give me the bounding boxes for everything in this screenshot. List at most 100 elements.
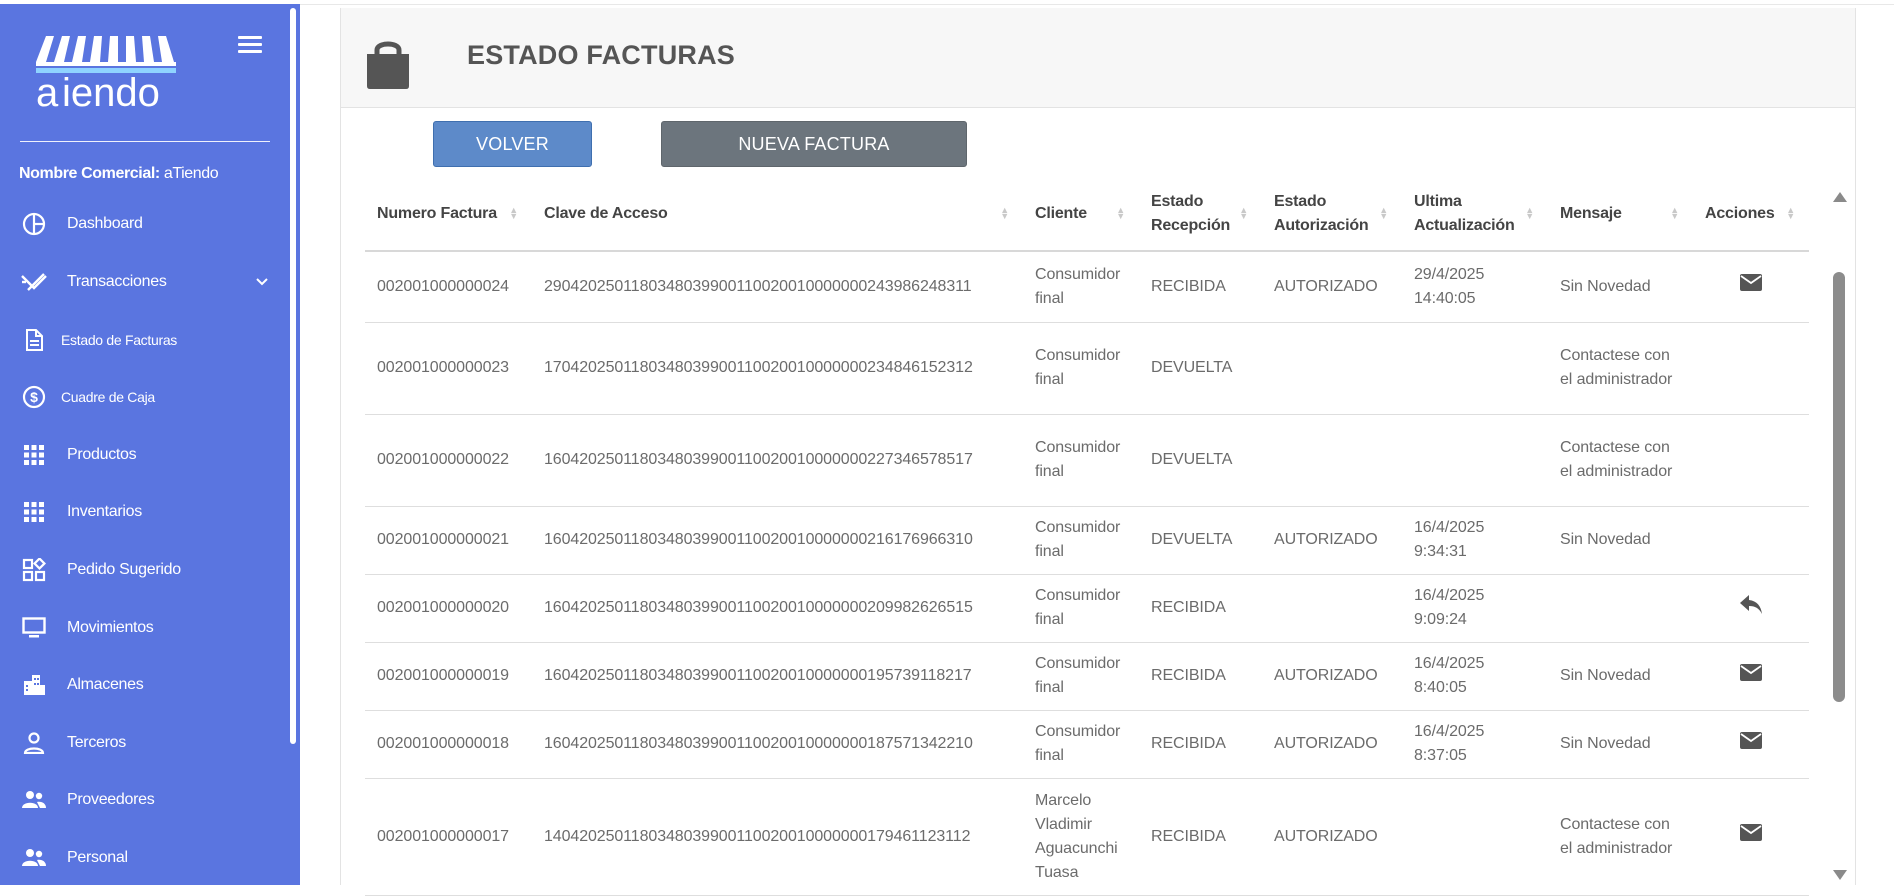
col-header-label: Estado (1151, 193, 1204, 210)
sort-icon[interactable]: ▲ ▼ (1379, 206, 1388, 221)
sidebar: a iendo Nombre Comercial: aTiendo Dashbo… (0, 4, 300, 885)
sidebar-item-label: Pedido Sugerido (67, 561, 181, 578)
col-header-cliente[interactable]: Cliente ▲ ▼ (1023, 178, 1139, 252)
sidebar-item-label: Productos (67, 446, 137, 463)
grid-icon (20, 441, 48, 469)
mail-icon[interactable] (1740, 663, 1762, 685)
cell-acciones (1693, 778, 1809, 896)
sidebar-item-almacenes[interactable]: Almacenes (0, 665, 288, 705)
invoices-table: Numero Factura ▲ ▼ Clave de Acceso ▲ ▼ Clien… (365, 178, 1809, 896)
scrollbar-thumb[interactable] (1833, 272, 1845, 702)
table-row[interactable]: 002001000000022 1604202501180348039900110… (365, 414, 1809, 507)
cell-autorizacion (1262, 574, 1402, 643)
cell-clave: 1604202501180348039900110020010000000227… (532, 414, 1023, 507)
sidebar-item-label: Estado de Facturas (61, 332, 177, 348)
sidebar-item-label: Inventarios (67, 503, 142, 520)
back-button[interactable]: VOLVER (433, 121, 592, 167)
svg-text:iendo: iendo (62, 71, 160, 115)
cell-ultima: 29/4/2025 14:40:05 (1402, 251, 1548, 323)
col-header-clave[interactable]: Clave de Acceso ▲ ▼ (532, 178, 1023, 252)
svg-text:$: $ (30, 389, 38, 405)
person-icon (20, 729, 48, 757)
sidebar-item-transacciones[interactable]: Transacciones (0, 262, 288, 302)
cell-recepcion: DEVUELTA (1139, 322, 1262, 415)
table-header-row: Numero Factura ▲ ▼ Clave de Acceso ▲ ▼ Clien… (365, 178, 1809, 252)
sort-icon[interactable]: ▲ ▼ (1000, 206, 1009, 221)
cell-autorizacion: AUTORIZADO (1262, 710, 1402, 779)
sort-icon[interactable]: ▲ ▼ (1786, 206, 1795, 221)
scroll-down-arrow-icon[interactable] (1833, 870, 1847, 880)
cell-cliente: Consumidor final (1023, 251, 1139, 323)
scroll-up-arrow-icon[interactable] (1833, 192, 1847, 202)
sort-icon[interactable]: ▲ ▼ (1525, 206, 1534, 221)
sidebar-item-inventarios[interactable]: Inventarios (0, 492, 288, 532)
sidebar-item-personal[interactable]: Personal (0, 838, 288, 878)
reply-icon[interactable] (1739, 595, 1763, 619)
cell-numero: 002001000000023 (365, 322, 532, 415)
col-header-label: Numero Factura (377, 205, 497, 222)
chevron-down-icon[interactable] (255, 274, 269, 292)
table-row[interactable]: 002001000000017 1404202501180348039900110… (365, 778, 1809, 896)
col-header-label: Ultima (1414, 193, 1462, 210)
sidebar-item-pedido-sugerido[interactable]: Pedido Sugerido (0, 550, 288, 590)
page-header: ESTADO FACTURAS (341, 8, 1855, 108)
sort-icon[interactable]: ▲ ▼ (1670, 206, 1679, 221)
sidebar-item-cuadre-caja[interactable]: $ Cuadre de Caja (0, 377, 288, 417)
new-invoice-button[interactable]: NUEVA FACTURA (661, 121, 967, 167)
cell-autorizacion: AUTORIZADO (1262, 251, 1402, 323)
cell-mensaje: Sin Novedad (1548, 506, 1693, 575)
cell-ultima (1402, 778, 1548, 896)
sidebar-item-terceros[interactable]: Terceros (0, 723, 288, 763)
table-scrollbar[interactable] (1831, 190, 1847, 880)
commercial-name-label: Nombre Comercial: (19, 165, 160, 182)
cell-mensaje (1548, 574, 1693, 643)
sidebar-scrollbar[interactable] (290, 8, 296, 744)
mail-icon[interactable] (1740, 274, 1762, 295)
page-title: ESTADO FACTURAS (467, 40, 736, 70)
sidebar-item-proveedores[interactable]: Proveedores (0, 780, 288, 820)
people-icon (20, 786, 48, 814)
table-row[interactable]: 002001000000019 1604202501180348039900110… (365, 642, 1809, 711)
mail-icon[interactable] (1740, 731, 1762, 753)
dashboard-icon (20, 210, 48, 238)
col-header-acciones[interactable]: Acciones ▲ ▼ (1693, 178, 1809, 252)
table-row[interactable]: 002001000000020 1604202501180348039900110… (365, 574, 1809, 643)
sidebar-item-dashboard[interactable]: Dashboard (0, 204, 288, 244)
sort-icon[interactable]: ▲ ▼ (1116, 206, 1125, 221)
sidebar-item-label: Proveedores (67, 791, 155, 808)
cell-numero: 002001000000018 (365, 710, 532, 779)
sort-icon[interactable]: ▲ ▼ (1239, 206, 1248, 221)
col-header-mensaje[interactable]: Mensaje ▲ ▼ (1548, 178, 1693, 252)
table-row[interactable]: 002001000000024 2904202501180348039900110… (365, 251, 1809, 323)
cell-autorizacion (1262, 414, 1402, 507)
table-row[interactable]: 002001000000018 1604202501180348039900110… (365, 710, 1809, 779)
cell-acciones (1693, 414, 1809, 507)
table-row[interactable]: 002001000000023 1704202501180348039900110… (365, 322, 1809, 415)
cell-acciones (1693, 506, 1809, 575)
shopping-bag-icon (365, 38, 411, 90)
cell-clave: 2904202501180348039900110020010000000243… (532, 251, 1023, 323)
cell-clave: 1704202501180348039900110020010000000234… (532, 322, 1023, 415)
hamburger-menu-icon[interactable] (238, 36, 262, 56)
cell-mensaje: Sin Novedad (1548, 251, 1693, 323)
sidebar-item-productos[interactable]: Productos (0, 435, 288, 475)
sidebar-item-label: Personal (67, 849, 128, 866)
cell-cliente: Consumidor final (1023, 710, 1139, 779)
sidebar-item-movimientos[interactable]: Movimientos (0, 608, 288, 648)
sort-icon[interactable]: ▲ ▼ (509, 206, 518, 221)
col-header-ultima[interactable]: Ultima Actualización ▲ ▼ (1402, 178, 1548, 252)
cell-cliente: Consumidor final (1023, 642, 1139, 711)
widgets-icon (20, 556, 48, 584)
col-header-recepcion[interactable]: Estado Recepción ▲ ▼ (1139, 178, 1262, 252)
col-header-numero[interactable]: Numero Factura ▲ ▼ (365, 178, 532, 252)
cell-clave: 1604202501180348039900110020010000000187… (532, 710, 1023, 779)
sidebar-item-label: Dashboard (67, 215, 143, 232)
sidebar-item-estado-facturas[interactable]: Estado de Facturas (0, 320, 288, 360)
table-row[interactable]: 002001000000021 1604202501180348039900110… (365, 506, 1809, 575)
svg-text:a: a (36, 71, 59, 115)
logo-divider (20, 141, 270, 142)
col-header-autorizacion[interactable]: Estado Autorización ▲ ▼ (1262, 178, 1402, 252)
mail-icon[interactable] (1740, 824, 1762, 845)
atiendo-logo[interactable]: a iendo (34, 28, 184, 128)
cell-ultima (1402, 322, 1548, 415)
